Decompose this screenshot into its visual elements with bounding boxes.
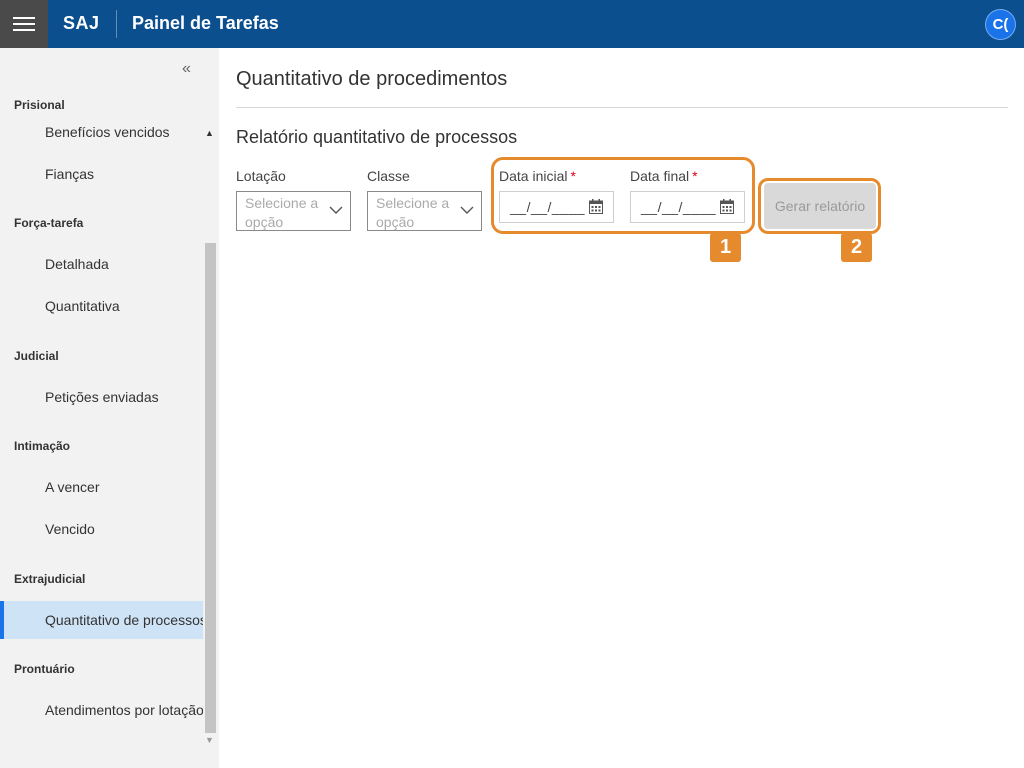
- hamburger-icon: [13, 17, 35, 19]
- double-chevron-left-icon: «: [182, 60, 191, 77]
- sidebar-item-quantitativo-de-processos[interactable]: Quantitativo de processos: [0, 601, 203, 639]
- sidebar-item-a-vencer[interactable]: A vencer: [0, 468, 203, 506]
- lotacao-label: Lotação: [236, 168, 286, 184]
- sidebar-group-intimacao: Intimação: [14, 439, 71, 453]
- top-app-bar: SAJ Painel de Tarefas C(: [0, 0, 1024, 48]
- sidebar-item-peticoes-enviadas[interactable]: Petições enviadas: [0, 378, 203, 416]
- sidebar-group-judicial: Judicial: [14, 349, 59, 363]
- classe-label: Classe: [367, 168, 410, 184]
- sidebar-group-prisional: Prisional: [14, 98, 65, 112]
- hamburger-menu-button[interactable]: [0, 0, 48, 48]
- sidebar-item-fiancas[interactable]: Fianças: [0, 155, 203, 193]
- section-title: Relatório quantitativo de processos: [236, 127, 518, 147]
- sidebar-group-prontuario: Prontuário: [14, 662, 75, 676]
- sidebar-item-atendimentos-por-lotacao[interactable]: Atendimentos por lotação: [0, 691, 203, 729]
- sidebar-item-detalhada[interactable]: Detalhada: [0, 245, 203, 283]
- classe-select[interactable]: Selecione a opção: [367, 191, 482, 231]
- sidebar-item-quantitativa[interactable]: Quantitativa: [0, 287, 203, 325]
- lotacao-select[interactable]: Selecione a opção: [236, 191, 351, 231]
- classe-placeholder: Selecione a opção: [376, 195, 450, 230]
- user-avatar[interactable]: C(: [985, 9, 1016, 40]
- chevron-down-icon: [329, 206, 343, 214]
- app-title: Painel de Tarefas: [132, 13, 279, 33]
- sidebar-item-beneficios-vencidos[interactable]: Benefícios vencidos: [0, 113, 203, 151]
- scroll-up-arrow-icon[interactable]: ▲: [205, 128, 214, 138]
- page-title: Quantitativo de procedimentos: [236, 68, 508, 90]
- sidebar-group-forca-tarefa: Força-tarefa: [14, 216, 84, 230]
- callout-highlight-button: [758, 178, 881, 234]
- scroll-down-arrow-icon[interactable]: ▼: [205, 735, 214, 745]
- header-divider: [116, 10, 117, 38]
- brand-logo-text[interactable]: SAJ: [63, 13, 100, 34]
- callout-badge-1: 1: [710, 233, 741, 262]
- sidebar: « Prisional Benefícios vencidos Fianças …: [0, 48, 219, 768]
- callout-highlight-dates: [491, 157, 755, 234]
- collapse-sidebar-button[interactable]: «: [182, 60, 191, 78]
- sidebar-group-extrajudicial: Extrajudicial: [14, 572, 86, 586]
- callout-badge-2: 2: [841, 233, 872, 262]
- sidebar-scrollbar-thumb[interactable]: [205, 243, 216, 733]
- lotacao-placeholder: Selecione a opção: [245, 195, 319, 230]
- chevron-down-icon: [460, 206, 474, 214]
- title-divider: [236, 107, 1008, 108]
- sidebar-item-vencido[interactable]: Vencido: [0, 510, 203, 548]
